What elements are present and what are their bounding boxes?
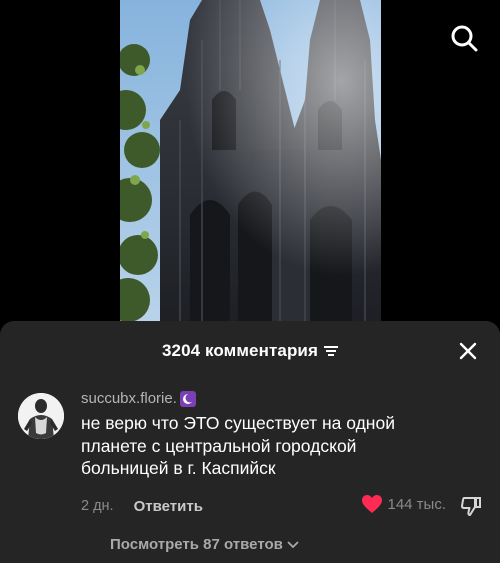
comments-count-title: 3204 комментария [162, 341, 318, 360]
view-replies-label: Посмотреть 87 ответов [110, 536, 283, 553]
screen: 3204 комментария succubx.florie. не верю… [0, 0, 500, 563]
video-player[interactable] [0, 0, 500, 325]
username-text: succubx.florie. [81, 390, 177, 407]
avatar[interactable] [18, 393, 64, 439]
filter-icon [324, 346, 338, 356]
search-icon [451, 25, 478, 52]
cathedral-photo [120, 0, 381, 325]
comments-header: 3204 комментария [0, 337, 500, 365]
like-button[interactable]: 144 тыс. [361, 494, 446, 514]
comments-sheet: 3204 комментария succubx.florie. не верю… [0, 321, 500, 563]
comment-meta: 2 дн. Ответить 144 тыс. [81, 494, 486, 518]
comment-line: планете с центральной городской [81, 435, 357, 456]
reply-button[interactable]: Ответить [134, 498, 203, 515]
dislike-button[interactable] [458, 494, 484, 518]
moon-icon [179, 390, 196, 407]
thumbs-down-icon [461, 497, 481, 516]
comment-time: 2 дн. [81, 498, 114, 514]
search-button[interactable] [446, 20, 482, 56]
chevron-down-icon [287, 540, 299, 549]
like-count: 144 тыс. [387, 495, 446, 513]
close-button[interactable] [456, 339, 480, 363]
comment-username[interactable]: succubx.florie. [81, 390, 196, 407]
comment-line: больницей в г. Каспийск [81, 458, 276, 478]
heart-icon [362, 495, 383, 513]
view-replies-button[interactable]: Посмотреть 87 ответов [110, 536, 299, 553]
comment-text: не верю что ЭТО существует на одной план… [81, 412, 481, 480]
filter-button[interactable] [324, 345, 338, 357]
comment-line: не верю что ЭТО существует на одной [81, 413, 395, 433]
close-icon [459, 342, 477, 360]
